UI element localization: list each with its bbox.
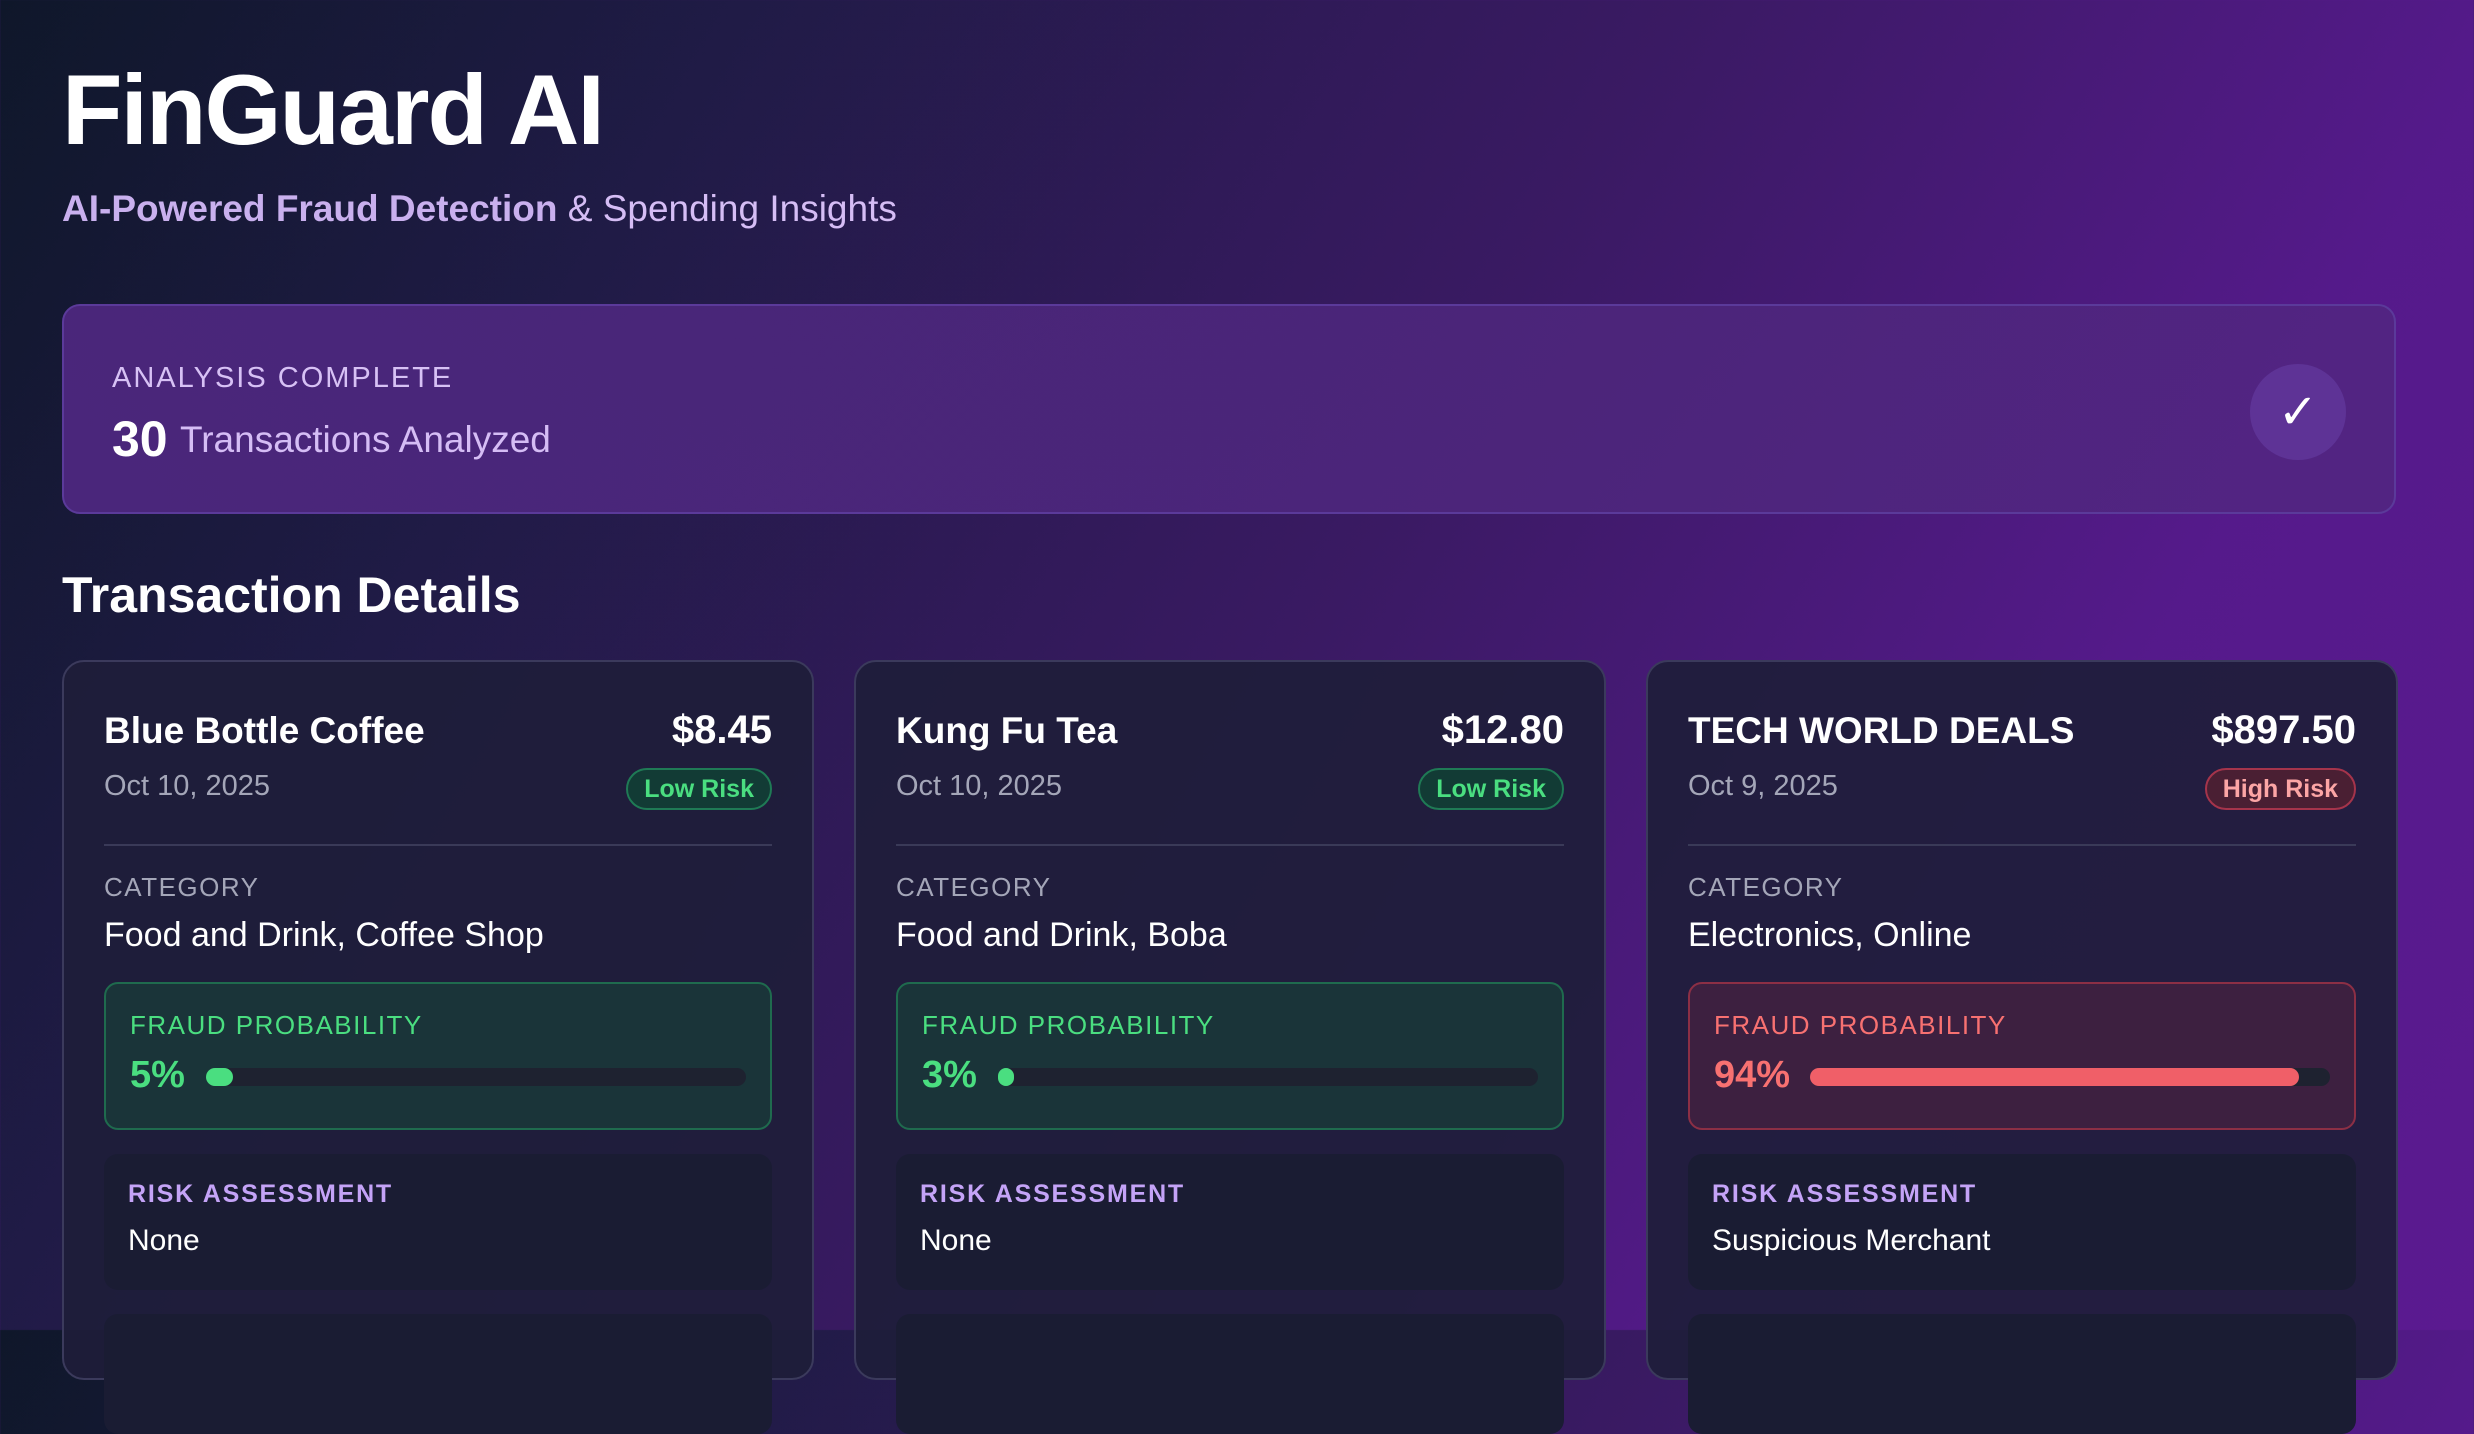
merchant-name: Blue Bottle Coffee	[104, 710, 425, 751]
risk-assessment-label: RISK ASSESSMENT	[128, 1180, 394, 1208]
card-detail-panel	[1688, 1314, 2356, 1434]
app-title: FinGuard AI	[62, 54, 605, 165]
transaction-count-label: Transactions Analyzed	[180, 419, 551, 460]
card-divider	[1688, 844, 2356, 846]
risk-badge: Low Risk	[1418, 768, 1564, 810]
category-label: CATEGORY	[104, 872, 260, 902]
risk-assessment-value: None	[920, 1224, 992, 1257]
transaction-count: 30	[112, 411, 168, 467]
fraud-probability-bar-fill	[206, 1068, 233, 1086]
fraud-probability-label: FRAUD PROBABILITY	[130, 1010, 423, 1040]
fraud-probability-value: 5%	[130, 1054, 185, 1096]
risk-assessment-panel: RISK ASSESSMENT None	[896, 1154, 1564, 1290]
subtitle-rest: & Spending Insights	[567, 188, 897, 229]
fraud-probability-bar	[206, 1068, 746, 1086]
risk-assessment-value: Suspicious Merchant	[1712, 1224, 1991, 1257]
fraud-probability-bar-fill	[998, 1068, 1015, 1086]
merchant-name: Kung Fu Tea	[896, 710, 1118, 751]
transaction-date: Oct 10, 2025	[104, 770, 271, 802]
transaction-amount: $897.50	[2211, 708, 2356, 752]
card-divider	[104, 844, 772, 846]
category-label: CATEGORY	[1688, 872, 1844, 902]
transaction-date: Oct 10, 2025	[896, 770, 1063, 802]
category-value: Electronics, Online	[1688, 916, 1972, 954]
risk-assessment-panel: RISK ASSESSMENT None	[104, 1154, 772, 1290]
merchant-name: TECH WORLD DEALS	[1688, 710, 2075, 751]
transaction-amount: $12.80	[1441, 708, 1564, 752]
fraud-probability-bar-fill	[1810, 1068, 2299, 1086]
category-label: CATEGORY	[896, 872, 1052, 902]
subtitle-highlight: AI-Powered Fraud Detection	[62, 188, 558, 229]
category-value: Food and Drink, Boba	[896, 916, 1227, 954]
card-detail-panel	[104, 1314, 772, 1434]
fraud-probability-value: 94%	[1714, 1054, 1791, 1096]
risk-assessment-label: RISK ASSESSMENT	[1712, 1180, 1978, 1208]
transaction-card[interactable]: Kung Fu Tea $12.80 Oct 10, 2025 Low Risk…	[854, 660, 1606, 1434]
card-divider	[896, 844, 1564, 846]
transaction-date: Oct 9, 2025	[1688, 770, 1838, 802]
section-title: Transaction Details	[62, 567, 521, 623]
category-value: Food and Drink, Coffee Shop	[104, 916, 544, 954]
card-detail-panel	[896, 1314, 1564, 1434]
risk-assessment-label: RISK ASSESSMENT	[920, 1180, 1186, 1208]
analysis-status-label: ANALYSIS COMPLETE	[112, 362, 454, 394]
fraud-probability-label: FRAUD PROBABILITY	[1714, 1010, 2007, 1040]
fraud-probability-bar	[1810, 1068, 2330, 1086]
risk-badge: Low Risk	[626, 768, 772, 810]
transaction-card[interactable]: TECH WORLD DEALS $897.50 Oct 9, 2025 Hig…	[1646, 660, 2398, 1434]
risk-badge: High Risk	[2204, 768, 2356, 810]
analysis-summary-banner: ANALYSIS COMPLETE 30 Transactions Analyz…	[62, 304, 2396, 514]
fraud-probability-value: 3%	[922, 1054, 977, 1096]
fraud-probability-panel: FRAUD PROBABILITY 5%	[104, 982, 772, 1130]
transaction-amount: $8.45	[671, 708, 772, 752]
fraud-probability-panel: FRAUD PROBABILITY 94%	[1688, 982, 2356, 1130]
transaction-card[interactable]: Blue Bottle Coffee $8.45 Oct 10, 2025 Lo…	[62, 660, 814, 1434]
app-subtitle: AI-Powered Fraud Detection & Spending In…	[62, 188, 897, 230]
fraud-probability-panel: FRAUD PROBABILITY 3%	[896, 982, 1564, 1130]
risk-assessment-value: None	[128, 1224, 200, 1257]
checkmark-icon: ✓	[2250, 364, 2346, 460]
fraud-probability-label: FRAUD PROBABILITY	[922, 1010, 1215, 1040]
risk-assessment-panel: RISK ASSESSMENT Suspicious Merchant	[1688, 1154, 2356, 1290]
fraud-probability-bar	[998, 1068, 1538, 1086]
